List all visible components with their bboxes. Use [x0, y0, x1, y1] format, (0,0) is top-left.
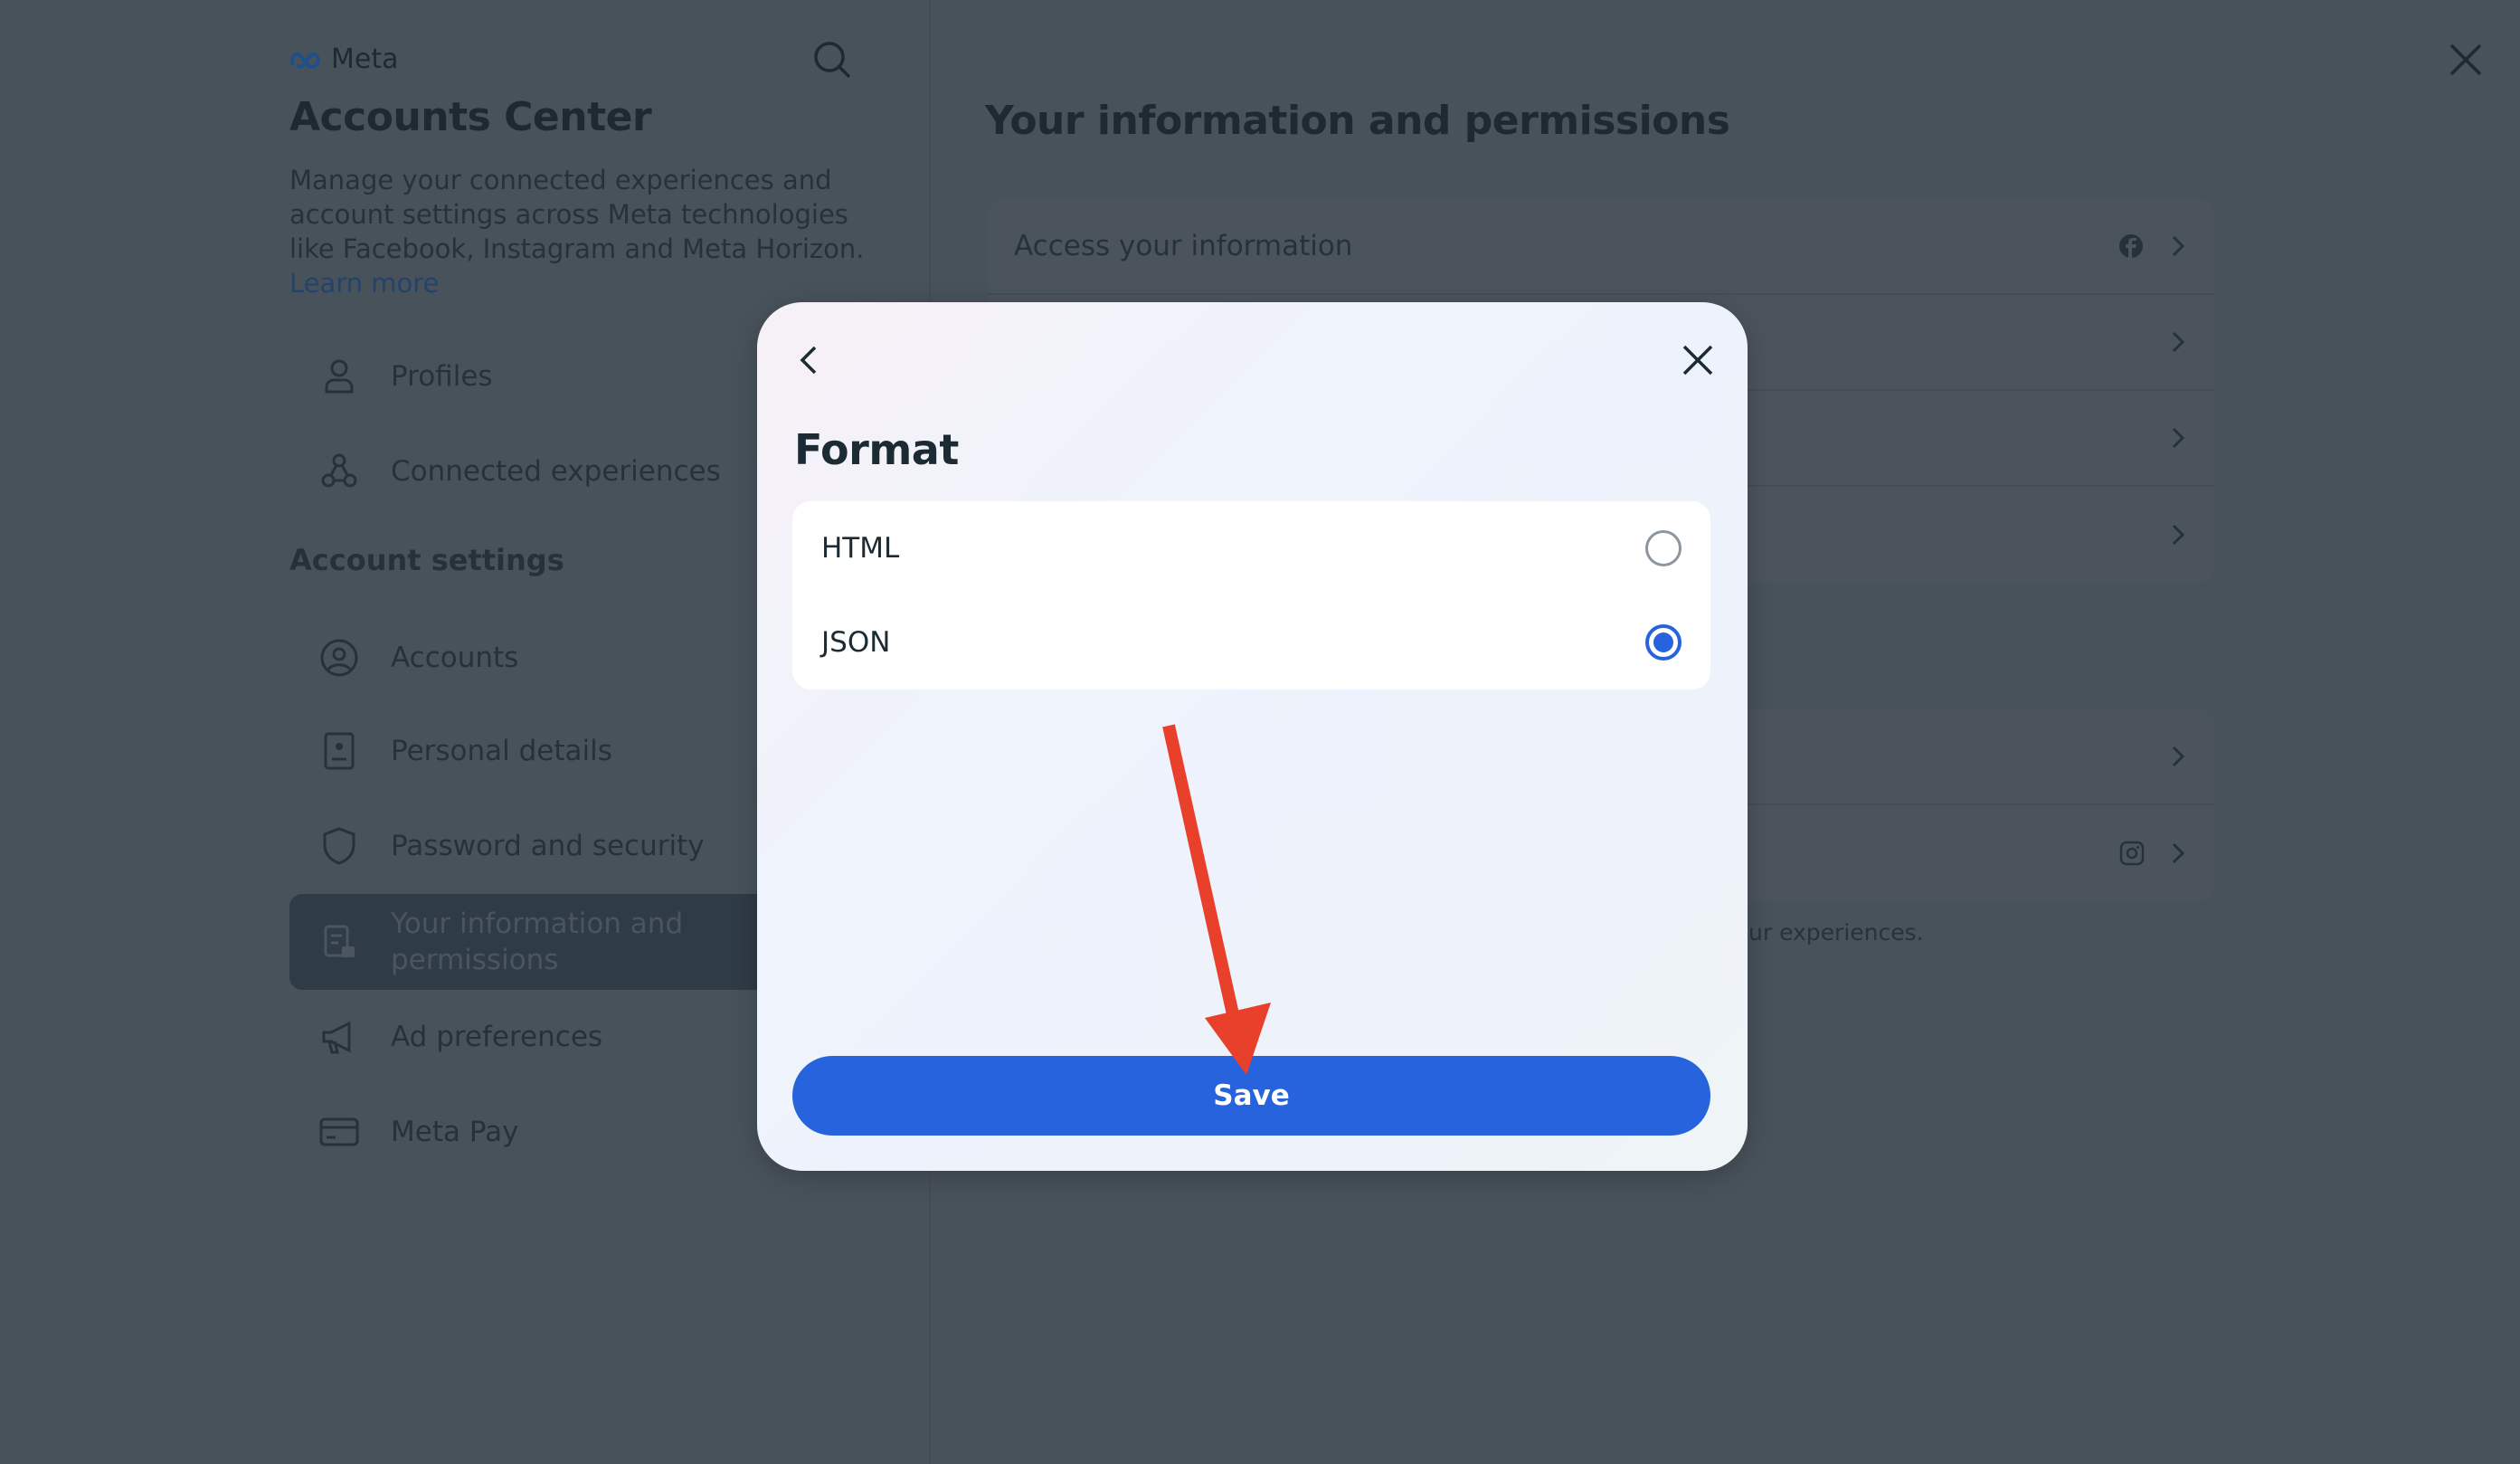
account-circle-icon	[320, 639, 358, 677]
close-page-icon[interactable]	[2448, 42, 2484, 78]
chevron-right-icon	[2172, 427, 2185, 449]
info-lock-icon	[324, 925, 355, 957]
shield-icon	[323, 827, 355, 865]
option-json[interactable]: JSON	[792, 595, 1710, 689]
meta-infinity-icon	[289, 52, 320, 69]
sidebar-item-label: Accounts	[391, 642, 519, 674]
meta-logo-text: Meta	[331, 43, 399, 75]
sidebar-item-label: Ad preferences	[391, 1021, 603, 1053]
format-dialog: Format HTML JSON Save	[757, 302, 1748, 1171]
megaphone-icon	[322, 1021, 351, 1054]
learn-more-link[interactable]: Learn more	[289, 266, 886, 300]
option-label: JSON	[821, 626, 891, 659]
sidebar-item-label: Profiles	[391, 360, 493, 393]
meta-logo: Meta	[289, 43, 399, 75]
search-icon[interactable]	[812, 40, 852, 80]
close-icon[interactable]	[1682, 344, 1714, 376]
option-label: HTML	[821, 532, 900, 565]
chevron-right-icon	[2172, 842, 2185, 864]
radio-html[interactable]	[1645, 530, 1682, 566]
row-label: Access your information	[1014, 230, 1353, 262]
back-chevron-icon[interactable]	[795, 344, 822, 376]
card-icon	[319, 1117, 359, 1146]
instagram-icon	[2119, 841, 2145, 866]
id-card-icon	[324, 732, 355, 770]
chevron-right-icon	[2172, 331, 2185, 353]
chevron-right-icon	[2172, 524, 2185, 546]
page-title: Accounts Center	[289, 94, 652, 140]
chevron-right-icon	[2172, 746, 2185, 767]
facebook-icon	[2119, 234, 2143, 258]
description-text: Manage your connected experiences and ac…	[289, 165, 865, 264]
dialog-title: Format	[794, 425, 959, 474]
sidebar-item-label: Meta Pay	[391, 1116, 519, 1148]
access-your-information-row[interactable]: Access your information	[987, 199, 2215, 295]
sidebar-item-label: Connected experiences	[391, 455, 721, 488]
footer-text: ur experiences.	[1748, 919, 1924, 946]
main-title: Your information and permissions	[985, 98, 1730, 144]
description: Manage your connected experiences and ac…	[289, 163, 886, 300]
radio-json[interactable]	[1645, 624, 1682, 661]
sidebar-item-label: Your information and permissions	[391, 908, 684, 976]
chevron-right-icon	[2172, 235, 2185, 257]
option-html[interactable]: HTML	[792, 501, 1710, 595]
sidebar-item-label: Password and security	[391, 830, 705, 862]
format-options: HTML JSON	[792, 501, 1710, 689]
person-icon	[325, 359, 354, 394]
account-settings-heading: Account settings	[289, 543, 564, 577]
sidebar-item-label: Personal details	[391, 735, 612, 767]
connected-icon	[321, 453, 357, 488]
save-button[interactable]: Save	[792, 1056, 1710, 1136]
